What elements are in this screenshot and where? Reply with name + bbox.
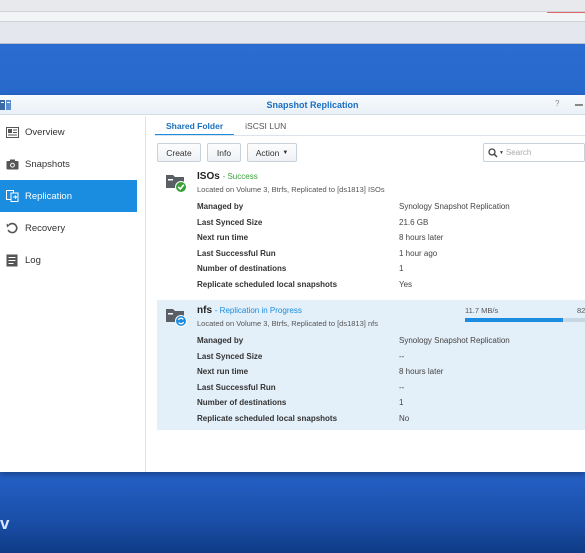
transfer-speed: 11.7 MB/s: [465, 306, 499, 315]
replication-icon: [5, 189, 19, 203]
caret-down-icon: ▼: [499, 149, 504, 156]
sidebar-item-snapshots[interactable]: Snapshots: [0, 148, 137, 180]
task-name: nfs - Replication in Progress: [197, 305, 302, 316]
detail-row: Next run time 8 hours later: [197, 233, 444, 242]
sidebar: Overview Snapshots Replication Recovery …: [0, 116, 146, 472]
snapshot-replication-window: Snapshot Replication ? Overview Snapshot…: [0, 95, 585, 472]
browser-tab-strip: [0, 0, 585, 12]
task-location: Located on Volume 3, Btrfs, Replicated t…: [197, 185, 385, 194]
replication-task-isos[interactable]: ISOs - Success Located on Volume 3, Btrf…: [157, 166, 585, 294]
detail-row: Next run time 8 hours later: [197, 367, 444, 376]
sidebar-item-recovery[interactable]: Recovery: [0, 212, 137, 244]
replication-task-nfs[interactable]: nfs - Replication in Progress Located on…: [157, 300, 585, 430]
browser-address-bar: [0, 12, 585, 22]
action-button[interactable]: Action ▼: [247, 143, 297, 162]
sidebar-item-log[interactable]: Log: [0, 244, 137, 276]
detail-row: Managed by Synology Snapshot Replication: [197, 202, 510, 211]
task-name: ISOs - Success: [197, 171, 258, 182]
sidebar-item-replication[interactable]: Replication: [0, 180, 137, 212]
window-title: Snapshot Replication: [266, 100, 359, 110]
main-panel: Shared Folder iSCSI LUN Create Info Acti…: [147, 116, 585, 472]
search-input[interactable]: ▼ Search: [483, 143, 585, 162]
detail-row: Last Synced Size 21.6 GB: [197, 218, 429, 227]
detail-row: Replicate scheduled local snapshots No: [197, 414, 410, 423]
folder-sync-icon: [166, 309, 187, 327]
detail-row: Number of destinations 1: [197, 398, 404, 407]
detail-row: Replicate scheduled local snapshots Yes: [197, 280, 413, 289]
tab-bar: Shared Folder iSCSI LUN: [155, 116, 297, 136]
sidebar-item-label: Recovery: [25, 222, 66, 234]
tab-iscsi-lun[interactable]: iSCSI LUN: [234, 116, 297, 136]
desktop-text: v: [0, 514, 10, 533]
detail-row: Number of destinations 1: [197, 264, 404, 273]
task-location: Located on Volume 3, Btrfs, Replicated t…: [197, 319, 378, 328]
sidebar-item-overview[interactable]: Overview: [0, 116, 137, 148]
detail-row: Managed by Synology Snapshot Replication: [197, 336, 510, 345]
overview-icon: [5, 125, 19, 139]
tab-divider: [155, 135, 585, 136]
info-button[interactable]: Info: [207, 143, 241, 162]
folder-success-icon: [166, 175, 187, 193]
camera-icon: [5, 157, 19, 171]
action-button-label: Action: [255, 147, 280, 158]
progress-bar-fill: [465, 318, 564, 322]
sidebar-item-label: Log: [25, 254, 41, 266]
detail-row: Last Successful Run --: [197, 383, 405, 392]
search-icon: [488, 147, 498, 158]
help-icon[interactable]: ?: [555, 100, 563, 108]
progress-percent: 82: [577, 306, 585, 315]
browser-toolbar: [0, 22, 585, 44]
detail-row: Last Successful Run 1 hour ago: [197, 249, 438, 258]
sidebar-item-label: Overview: [25, 126, 65, 138]
window-titlebar[interactable]: Snapshot Replication ?: [0, 95, 585, 115]
task-status: - Replication in Progress: [214, 306, 302, 315]
create-button[interactable]: Create: [157, 143, 201, 162]
caret-down-icon: ▼: [282, 149, 289, 156]
log-icon: [5, 253, 19, 267]
search-placeholder: Search: [505, 148, 532, 157]
recovery-icon: [5, 221, 19, 235]
minimize-icon[interactable]: [575, 104, 583, 106]
sidebar-item-label: Snapshots: [25, 158, 70, 170]
detail-row: Last Synced Size --: [197, 352, 405, 361]
desktop-taskbar-area: [0, 470, 585, 553]
progress-bar: [465, 318, 585, 322]
tab-shared-folder[interactable]: Shared Folder: [155, 116, 235, 136]
task-status: - Success: [222, 172, 258, 181]
sidebar-item-label: Replication: [25, 190, 72, 202]
